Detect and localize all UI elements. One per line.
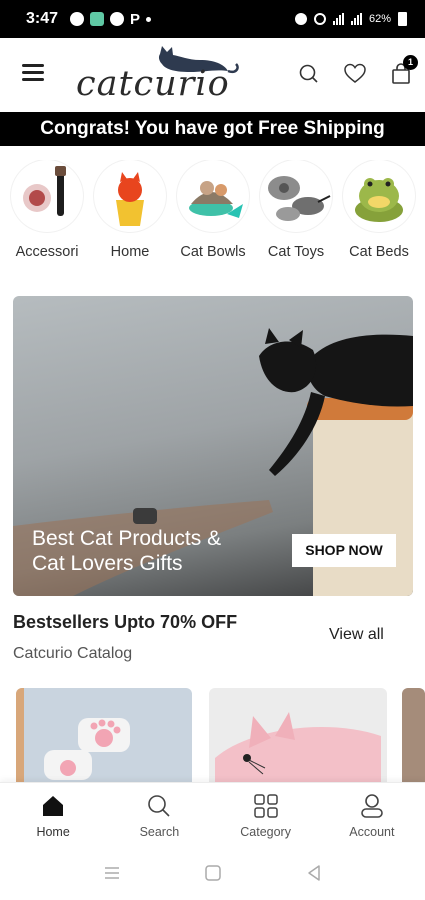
status-right: 62% — [294, 12, 407, 26]
home-thumbnail — [94, 160, 166, 232]
hero-title-line2: Cat Lovers Gifts — [32, 552, 183, 575]
wishlist-heart-icon[interactable] — [343, 62, 367, 86]
category-accessories[interactable]: Accessori — [6, 160, 88, 260]
account-icon — [361, 794, 383, 818]
cart-icon[interactable]: 1 — [390, 55, 418, 86]
recent-apps-icon[interactable] — [103, 864, 121, 887]
home-icon — [43, 796, 64, 816]
category-cat-toys[interactable]: Cat Toys — [255, 160, 337, 260]
cat-toys-thumbnail — [260, 160, 332, 232]
nav-label: Category — [240, 825, 291, 839]
battery-percent: 62% — [368, 13, 391, 25]
search-icon — [148, 795, 170, 817]
category-label: Home — [110, 244, 150, 260]
app-notification-icon — [90, 12, 105, 26]
category-carousel[interactable]: Accessori Home Cat Bowls Cat Toys Cat Be… — [0, 160, 425, 272]
category-grid-icon — [253, 794, 278, 818]
bestsellers-title: Bestsellers Upto 70% OFF — [13, 612, 238, 632]
status-left: 3:47 P — [26, 10, 152, 28]
nav-home[interactable]: Home — [0, 783, 106, 848]
back-icon[interactable] — [305, 864, 323, 887]
vibrate-icon — [294, 13, 307, 25]
hero-title: Best Cat Products & Cat Lovers Gifts — [32, 526, 272, 576]
signal-icon — [332, 13, 344, 25]
more-notifications-icon — [146, 16, 152, 22]
category-cat-beds[interactable]: Cat Beds — [338, 160, 420, 260]
cat-beds-thumbnail — [343, 160, 415, 232]
whatsapp-icon — [110, 12, 125, 26]
status-letter: P — [130, 10, 141, 28]
nav-account[interactable]: Account — [319, 783, 425, 848]
nav-label: Search — [139, 825, 180, 839]
free-shipping-banner: Congrats! You have got Free Shipping — [0, 112, 425, 146]
status-time: 3:47 — [26, 10, 59, 27]
hero-title-line1: Best Cat Products & — [32, 527, 222, 550]
signal-icon-2 — [350, 13, 362, 25]
category-home[interactable]: Home — [89, 160, 171, 260]
system-navigation-bar — [0, 848, 425, 900]
shop-now-button[interactable]: SHOP NOW — [292, 534, 396, 567]
accessories-thumbnail — [11, 160, 83, 232]
category-label: Cat Bowls — [180, 244, 246, 260]
bestsellers-subtitle: Catcurio Catalog — [13, 645, 133, 662]
category-label: Cat Toys — [267, 244, 325, 260]
nav-category[interactable]: Category — [213, 783, 319, 848]
alarm-icon — [313, 13, 326, 25]
cart-count-badge: 1 — [403, 55, 418, 70]
home-button-icon[interactable] — [204, 864, 222, 887]
category-label: Accessori — [15, 244, 79, 260]
search-icon[interactable] — [297, 62, 321, 86]
hero-banner[interactable]: Best Cat Products & Cat Lovers Gifts SHO… — [13, 296, 413, 596]
cat-bowls-thumbnail — [177, 160, 249, 232]
nav-label: Account — [349, 825, 395, 839]
app-header: catcurio 1 — [0, 38, 425, 108]
view-all-link[interactable]: View all — [329, 626, 384, 644]
bottom-navigation: Home Search Category Account — [0, 782, 425, 848]
notification-icon — [70, 12, 85, 26]
catcurio-logo[interactable]: catcurio — [72, 44, 244, 104]
logo-text: catcurio — [76, 64, 230, 104]
battery-icon — [398, 12, 407, 26]
status-bar: 3:47 P 62% — [0, 0, 425, 38]
category-cat-bowls[interactable]: Cat Bowls — [172, 160, 254, 260]
nav-search[interactable]: Search — [106, 783, 212, 848]
menu-icon[interactable] — [22, 64, 46, 82]
category-label: Cat Beds — [349, 244, 409, 260]
nav-label: Home — [36, 825, 70, 839]
